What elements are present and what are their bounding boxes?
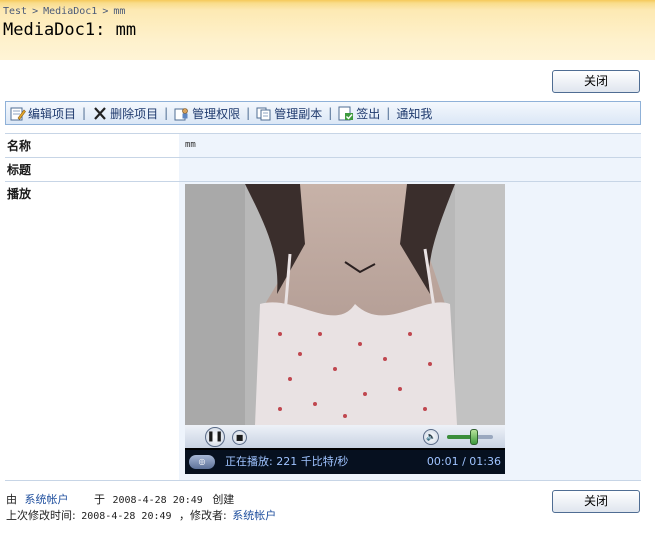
breadcrumb-item-current: mm (113, 6, 126, 17)
manage-permissions-button[interactable]: 管理权限 (174, 105, 240, 122)
field-label-play: 播放 (7, 187, 32, 201)
toolbar-separator: | (246, 106, 251, 120)
mute-button[interactable]: 🔈 (423, 429, 439, 445)
alert-me-button[interactable]: 通知我 (396, 105, 432, 122)
close-button-top[interactable]: 关闭 (552, 70, 640, 93)
toolbar-separator: | (164, 106, 169, 120)
field-value-name: mm (185, 140, 196, 150)
speaker-icon: 🔈 (426, 432, 436, 441)
volume-slider[interactable] (447, 429, 493, 445)
field-label-name: 名称 (7, 139, 32, 153)
player-controls: ❚❚ ■ 🔈 (185, 425, 505, 448)
title-band: Test > MediaDoc1 > mm MediaDoc1: mm (0, 0, 655, 60)
breadcrumb-item-mediadoc1[interactable]: MediaDoc1 (43, 6, 97, 17)
modified-prefix: 上次修改时间: (6, 509, 76, 522)
player-mode-icon: ◎ (198, 457, 206, 466)
volume-thumb[interactable] (470, 429, 478, 445)
check-out-button[interactable]: 签出 (338, 105, 380, 122)
edit-item-button[interactable]: 编辑项目 (10, 105, 76, 122)
player-mode-button[interactable]: ◎ (189, 455, 215, 469)
pause-icon: ❚❚ (206, 431, 224, 442)
stop-icon: ■ (235, 433, 244, 442)
manage-permissions-label: 管理权限 (192, 106, 241, 121)
alert-me-label: 通知我 (396, 106, 433, 121)
player-time-text: 00:01 / 01:36 (426, 455, 501, 468)
created-by-prefix: 由 (6, 493, 17, 506)
delete-x-icon (92, 106, 108, 121)
breadcrumb: Test > MediaDoc1 > mm (3, 6, 125, 17)
close-button-bottom[interactable]: 关闭 (552, 490, 640, 513)
check-out-label: 签出 (356, 106, 381, 121)
breadcrumb-item-test[interactable]: Test (3, 6, 27, 17)
checkout-icon (338, 106, 354, 121)
delete-item-button[interactable]: 删除项目 (92, 105, 158, 122)
edit-item-label: 编辑项目 (28, 106, 77, 121)
player-status-bar: ◎ 正在播放: 221 千比特/秒 00:01 / 01:36 (185, 450, 505, 474)
toolbar-separator: | (328, 106, 333, 120)
stop-button[interactable]: ■ (232, 430, 247, 445)
field-label-title: 标题 (7, 163, 32, 177)
delete-item-label: 删除项目 (110, 106, 159, 121)
breadcrumb-separator: > (32, 6, 39, 17)
toolbar-separator: | (386, 106, 391, 120)
toolbar-separator: | (82, 106, 87, 120)
created-suffix: 创建 (212, 493, 235, 506)
modified-by-link[interactable]: 系统帐户 (232, 509, 276, 522)
edit-item-icon (10, 106, 26, 121)
field-row-title: 标题 (5, 157, 641, 181)
modified-by-prefix: ，修改者: (179, 509, 227, 522)
modified-info: 上次修改时间: 2008-4-28 20:49 ，修改者: 系统帐户 (6, 507, 276, 523)
pause-button[interactable]: ❚❚ (205, 427, 225, 447)
created-at-prefix: 于 (94, 493, 105, 506)
permissions-icon (174, 106, 190, 121)
video-frame[interactable] (185, 184, 505, 425)
item-toolbar: 编辑项目 | 删除项目 | 管理权限 | 管理副本 | 签出 | 通知我 (5, 101, 641, 125)
manage-copies-button[interactable]: 管理副本 (256, 105, 322, 122)
created-by-link[interactable]: 系统帐户 (25, 493, 69, 506)
player-status-text: 正在播放: 221 千比特/秒 (225, 455, 349, 468)
copies-icon (256, 106, 272, 121)
created-info: 由 系统帐户 于 2008-4-28 20:49 创建 (6, 491, 234, 507)
page-title: MediaDoc1: mm (3, 20, 137, 40)
modified-at-value: 2008-4-28 20:49 (81, 511, 172, 522)
field-row-name: 名称 mm (5, 133, 641, 157)
media-player: ❚❚ ■ 🔈 ◎ 正在播放: 221 千比特/秒 00:01 / 01:36 (185, 184, 505, 474)
manage-copies-label: 管理副本 (274, 106, 323, 121)
breadcrumb-separator: > (102, 6, 109, 17)
created-at-value: 2008-4-28 20:49 (112, 495, 203, 506)
